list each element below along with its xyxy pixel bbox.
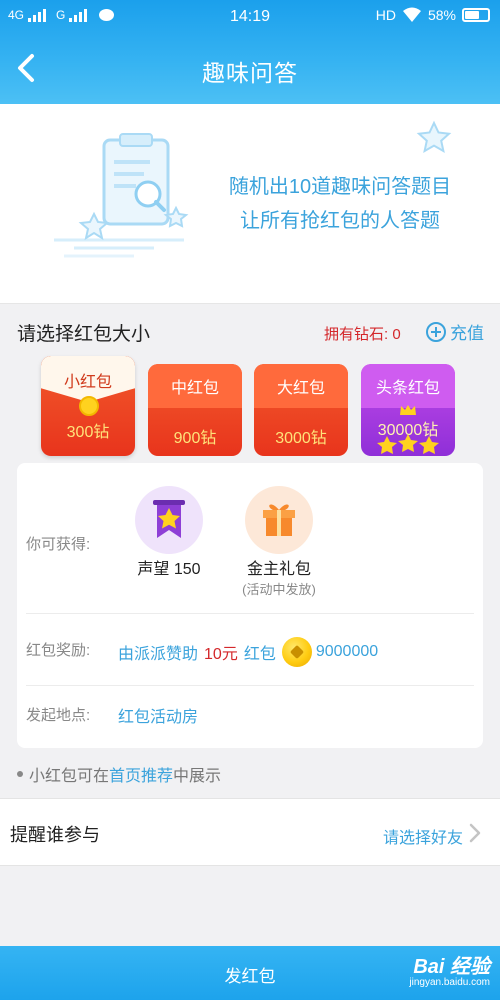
gold-coin-icon [281, 637, 312, 667]
bonus-detail: 由派派赞助 10元 红包 9000000 [118, 637, 378, 667]
reputation-caption: 声望 150 [137, 561, 201, 578]
status-bar: 4G G 14:19 HD 58% [0, 0, 500, 34]
baidu-url: jingyan.baidu.com [409, 977, 490, 988]
envelope-headline[interactable]: 头条红包 30000钻 [361, 364, 455, 456]
place-value: 红包活动房 [118, 709, 199, 726]
place-label: 发起地点: [26, 707, 91, 724]
hint-prefix: 小红包可在 [29, 768, 110, 785]
obtain-label: 你可获得: [26, 536, 91, 553]
bonus-coins: 9000000 [315, 643, 379, 660]
baidu-logo: Bai 经验 [413, 956, 490, 978]
reputation-banner-icon [153, 500, 185, 538]
divider [26, 613, 474, 614]
reward-card: 你可获得: 声望 150 金主礼包 (活动中发放) 红包奖励: 由派派赞助 10… [17, 463, 483, 748]
diamond-balance: 拥有钻石: 0 [324, 326, 401, 343]
remind-participants-row[interactable]: 提醒谁参与 请选择好友 [0, 798, 500, 866]
nav-bar: 趣味问答 [0, 34, 500, 104]
banner-line-2: 让所有抢红包的人答题 [240, 210, 440, 232]
gift-badge [245, 486, 313, 554]
stars-decoration-icon [377, 434, 439, 454]
envelope-size-row: 请选择红包大小 拥有钻石: 0 充值 [0, 304, 500, 356]
reputation-badge [135, 486, 203, 554]
status-right: HD 58% [376, 7, 490, 23]
recharge-label: 充值 [450, 324, 484, 343]
send-red-packet-button[interactable]: 发红包 Bai 经验 jingyan.baidu.com [0, 946, 500, 1000]
crown-icon [400, 405, 416, 415]
page-title: 趣味问答 [202, 60, 298, 86]
quiz-document-illustration [54, 133, 189, 258]
envelope-name: 中红包 [170, 380, 219, 397]
banner-text: 随机出10道趣味问答题目 让所有抢红包的人答题 [190, 170, 490, 238]
envelope-small[interactable]: 小红包 300钻 [41, 356, 135, 456]
envelope-name: 头条红包 [375, 380, 440, 397]
bonus-hb: 红包 [243, 646, 276, 663]
choose-size-title: 请选择红包大小 [17, 324, 151, 345]
battery-percent: 58% [427, 7, 456, 23]
select-friends-label: 请选择好友 [382, 830, 463, 847]
gift-caption: 金主礼包 [246, 561, 311, 578]
divider [26, 685, 474, 686]
homepage-recommend-link[interactable]: 首页推荐 [109, 762, 173, 786]
quiz-banner: 随机出10道趣味问答题目 让所有抢红包的人答题 [0, 104, 500, 304]
envelope-name: 小红包 [63, 374, 112, 391]
banner-line-1: 随机出10道趣味问答题目 [228, 176, 452, 198]
bonus-amount: 10元 [204, 646, 238, 663]
envelope-price: 3000钻 [275, 430, 327, 447]
gift-note: (活动中发放) [242, 582, 316, 597]
display-hint: 小红包可在 首页推荐 中展示 [17, 762, 221, 786]
recharge-button[interactable]: 充值 [426, 319, 484, 344]
chevron-right-icon [469, 823, 481, 843]
bonus-sponsor: 由派派赞助 [118, 646, 199, 663]
hint-suffix: 中展示 [173, 768, 222, 785]
battery-icon [462, 8, 490, 22]
remind-title: 提醒谁参与 [10, 825, 100, 845]
envelope-medium[interactable]: 中红包 900钻 [148, 364, 242, 456]
gift-box-icon [263, 504, 295, 536]
top-bar: 4G G 14:19 HD 58% 趣味问答 [0, 0, 500, 104]
star-icon [416, 120, 452, 153]
bonus-label: 红包奖励: [26, 642, 91, 659]
envelope-options: 小红包 300钻 中红包 900钻 大红包 3000钻 头条红包 30000钻 [0, 356, 500, 460]
wifi-icon [402, 7, 421, 22]
envelope-price: 900钻 [173, 430, 217, 447]
hd-indicator: HD [375, 7, 396, 23]
envelope-price: 300钻 [66, 424, 110, 441]
envelope-large[interactable]: 大红包 3000钻 [254, 364, 348, 456]
bullet-dot [17, 771, 23, 777]
envelope-name: 大红包 [276, 380, 325, 397]
coin-seal-icon [79, 396, 99, 416]
plus-circle-icon [426, 321, 446, 342]
baidu-watermark: Bai 经验 jingyan.baidu.com [409, 950, 490, 988]
